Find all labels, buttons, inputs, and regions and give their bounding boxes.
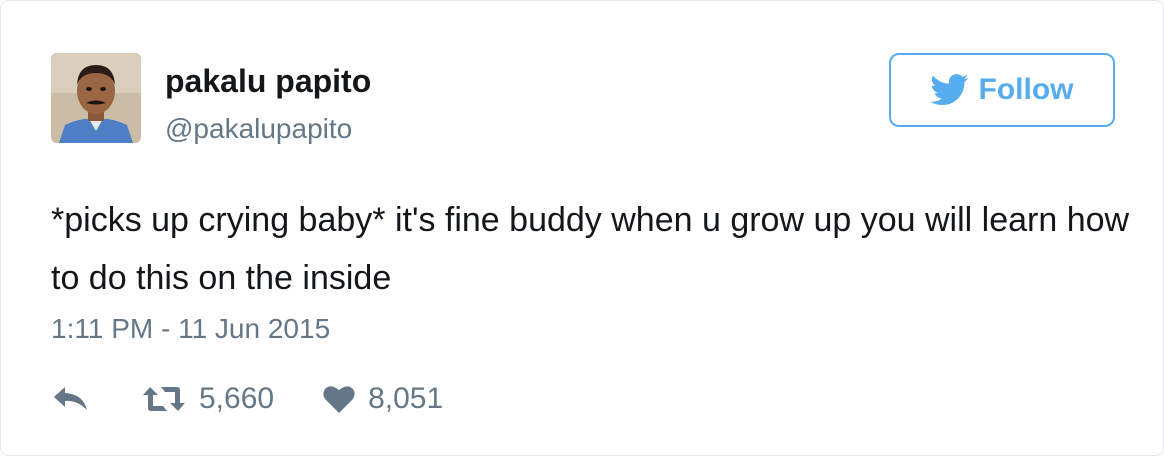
retweet-button[interactable]: 5,660	[141, 379, 274, 419]
follow-button[interactable]: Follow	[889, 53, 1115, 127]
reply-button[interactable]	[51, 384, 91, 414]
handle[interactable]: @pakalupapito	[165, 111, 352, 147]
tweet-card: pakalu papito @pakalupapito Follow *pick…	[0, 0, 1164, 456]
tweet-actions: 5,660 8,051	[51, 377, 443, 421]
heart-icon	[323, 386, 355, 413]
reply-icon	[54, 387, 87, 410]
like-button[interactable]: 8,051	[322, 379, 443, 419]
retweet-count: 5,660	[199, 382, 275, 415]
bird-icon	[930, 74, 968, 106]
retweet-icon	[143, 387, 185, 411]
timestamp[interactable]: 1:11 PM - 11 Jun 2015	[51, 309, 330, 349]
display-name[interactable]: pakalu papito	[165, 61, 371, 101]
tweet-text: *picks up crying baby* it's fine buddy w…	[51, 201, 1130, 297]
avatar-photo	[51, 53, 141, 143]
avatar[interactable]	[51, 53, 141, 143]
like-count: 8,051	[368, 382, 444, 415]
follow-label: Follow	[978, 73, 1074, 106]
